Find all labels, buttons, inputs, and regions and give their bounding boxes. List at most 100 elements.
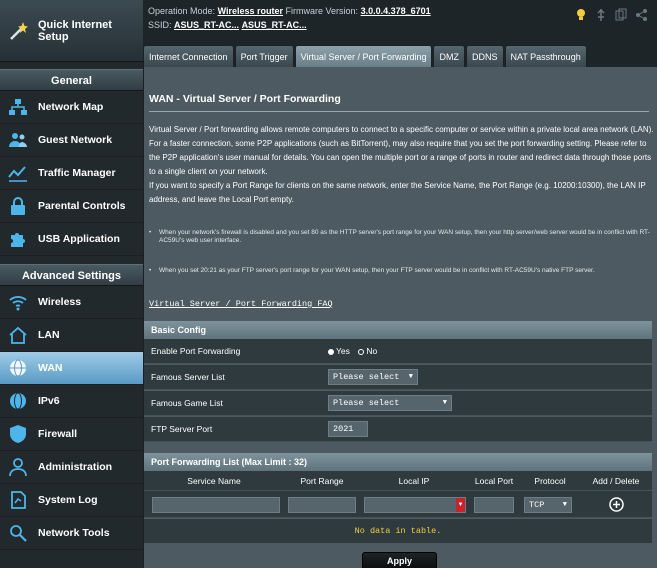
enable-port-forwarding-label: Enable Port Forwarding bbox=[151, 346, 241, 356]
nav-lan-label: LAN bbox=[38, 328, 60, 341]
nav-wan-label: WAN bbox=[38, 361, 63, 374]
nav-parental-controls-label: Parental Controls bbox=[38, 199, 126, 212]
column-protocol: Protocol bbox=[534, 476, 566, 486]
note-ftp-conflict-text: When you set 20:21 as your FTP server's … bbox=[159, 267, 595, 274]
nav-network-tools[interactable]: Network Tools bbox=[0, 517, 143, 550]
ftp-server-port-label: FTP Server Port bbox=[151, 424, 213, 434]
status-bar: Operation Mode: Wireless router Firmware… bbox=[143, 0, 657, 44]
nav-administration[interactable]: Administration bbox=[0, 451, 143, 484]
nav-administration-label: Administration bbox=[38, 460, 113, 473]
network-map-icon bbox=[9, 99, 27, 115]
magic-wand-icon bbox=[10, 21, 28, 40]
nav-system-log[interactable]: System Log bbox=[0, 484, 143, 517]
tab-internet-connection[interactable]: Internet Connection bbox=[143, 45, 234, 67]
protocol-select[interactable]: TCP ▼ bbox=[524, 497, 572, 513]
quick-internet-setup-label: Quick Internet Setup bbox=[38, 18, 112, 43]
basic-config-header: Basic Config bbox=[144, 321, 652, 339]
advanced-settings-section-header: Advanced Settings bbox=[0, 264, 143, 286]
firmware-link[interactable]: 3.0.0.4.378_6701 bbox=[361, 6, 431, 16]
nav-network-map[interactable]: Network Map bbox=[0, 91, 143, 124]
nav-parental-controls[interactable]: Parental Controls bbox=[0, 190, 143, 223]
page-description: Virtual Server / Port forwarding allows … bbox=[149, 123, 654, 207]
ssid-24ghz: ASUS_RT-AC... bbox=[174, 20, 240, 30]
main-panel: WAN - Virtual Server / Port Forwarding V… bbox=[143, 67, 657, 568]
note-http-conflict-text: When your network's firewall is disabled… bbox=[159, 229, 650, 244]
shield-icon bbox=[10, 425, 26, 443]
column-add-delete: Add / Delete bbox=[592, 476, 640, 486]
add-icon[interactable] bbox=[609, 497, 624, 512]
usb-status-icon[interactable] bbox=[595, 8, 607, 22]
radio-empty-dot bbox=[358, 348, 365, 355]
ssid-label: SSID: bbox=[148, 20, 172, 30]
network-tools-icon bbox=[10, 525, 27, 542]
nav-guest-network[interactable]: Guest Network bbox=[0, 124, 143, 157]
guest-network-icon bbox=[9, 133, 27, 147]
tab-virtual-server-port-forwarding[interactable]: Virtual Server / Port Forwarding bbox=[294, 45, 433, 67]
nav-system-log-label: System Log bbox=[38, 493, 98, 506]
nav-network-map-label: Network Map bbox=[38, 100, 104, 113]
note-ftp-conflict: • When you set 20:21 as your FTP server'… bbox=[149, 267, 654, 275]
ipv6-globe-icon bbox=[10, 392, 26, 410]
tab-nat-passthrough[interactable]: NAT Passthrough bbox=[504, 45, 587, 67]
column-service-name: Service Name bbox=[187, 476, 241, 486]
famous-server-label: Famous Server List bbox=[151, 372, 225, 382]
radio-selected-dot bbox=[328, 348, 334, 355]
nav-usb-application[interactable]: USB Application bbox=[0, 223, 143, 256]
enable-no-radio[interactable]: No bbox=[358, 343, 377, 360]
nav-firewall[interactable]: Firewall bbox=[0, 418, 143, 451]
share-status-icon[interactable] bbox=[635, 8, 647, 22]
port-forwarding-list-header: Port Forwarding List (Max Limit : 32) bbox=[144, 453, 652, 471]
operation-mode-link[interactable]: Wireless router bbox=[218, 6, 283, 16]
enable-port-forwarding-row: Enable Port Forwarding Yes No bbox=[144, 339, 652, 364]
column-local-port: Local Port bbox=[474, 476, 514, 486]
local-ip-input[interactable]: ▼ bbox=[364, 497, 466, 513]
quick-internet-setup-button[interactable]: Quick Internet Setup bbox=[0, 0, 143, 62]
copy-status-icon[interactable] bbox=[615, 8, 627, 22]
famous-game-row: Famous Game List Please select ▼ bbox=[144, 391, 652, 416]
nav-ipv6-label: IPv6 bbox=[38, 394, 60, 407]
nav-ipv6[interactable]: IPv6 bbox=[0, 385, 143, 418]
home-icon bbox=[9, 326, 27, 344]
tab-port-trigger[interactable]: Port Trigger bbox=[234, 45, 294, 67]
port-range-input[interactable] bbox=[288, 497, 356, 513]
description-port-range: If you want to specify a Port Range for … bbox=[149, 181, 646, 204]
chevron-down-icon: ▼ bbox=[442, 399, 447, 407]
client-list-dropdown-icon[interactable]: ▼ bbox=[456, 498, 465, 512]
empty-table-message: No data in table. bbox=[144, 519, 652, 543]
ftp-server-port-row: FTP Server Port 2021 bbox=[144, 417, 652, 442]
famous-game-select[interactable]: Please select ▼ bbox=[328, 395, 452, 411]
tab-ddns[interactable]: DDNS bbox=[465, 45, 504, 67]
apply-button[interactable]: Apply bbox=[362, 552, 437, 568]
nav-traffic-manager[interactable]: Traffic Manager bbox=[0, 157, 143, 190]
yes-label: Yes bbox=[336, 346, 350, 356]
enable-yes-radio[interactable]: Yes bbox=[328, 343, 350, 360]
column-port-range: Port Range bbox=[300, 476, 344, 486]
notification-bulb-icon[interactable] bbox=[575, 8, 587, 22]
document-icon bbox=[11, 491, 26, 509]
firmware-label: Firmware Version: bbox=[285, 6, 359, 16]
nav-lan[interactable]: LAN bbox=[0, 319, 143, 352]
tab-dmz[interactable]: DMZ bbox=[433, 45, 465, 67]
nav-guest-network-label: Guest Network bbox=[38, 133, 113, 146]
bullet: • bbox=[149, 229, 152, 236]
nav-wireless-label: Wireless bbox=[38, 295, 82, 308]
nav-firewall-label: Firewall bbox=[38, 427, 78, 440]
general-section-header: General bbox=[0, 69, 143, 91]
nav-wireless[interactable]: Wireless bbox=[0, 286, 143, 319]
ftp-server-port-input[interactable]: 2021 bbox=[328, 421, 368, 437]
service-name-input[interactable] bbox=[152, 497, 280, 513]
famous-server-select[interactable]: Please select ▼ bbox=[328, 369, 418, 385]
operation-mode-label: Operation Mode: bbox=[148, 6, 216, 16]
nav-wan[interactable]: WAN bbox=[0, 352, 143, 385]
local-port-input[interactable] bbox=[474, 497, 514, 513]
bullet: • bbox=[149, 267, 152, 274]
famous-game-value: Please select bbox=[333, 398, 400, 408]
famous-server-value: Please select bbox=[333, 372, 400, 382]
wifi-icon bbox=[9, 296, 27, 311]
note-http-conflict: • When your network's firewall is disabl… bbox=[149, 229, 654, 245]
no-label: No bbox=[366, 346, 378, 356]
famous-game-label: Famous Game List bbox=[151, 398, 223, 408]
faq-link[interactable]: Virtual Server / Port Forwarding FAQ bbox=[149, 299, 333, 309]
description-paragraph: Virtual Server / Port forwarding allows … bbox=[149, 125, 654, 176]
protocol-value: TCP bbox=[529, 500, 545, 510]
